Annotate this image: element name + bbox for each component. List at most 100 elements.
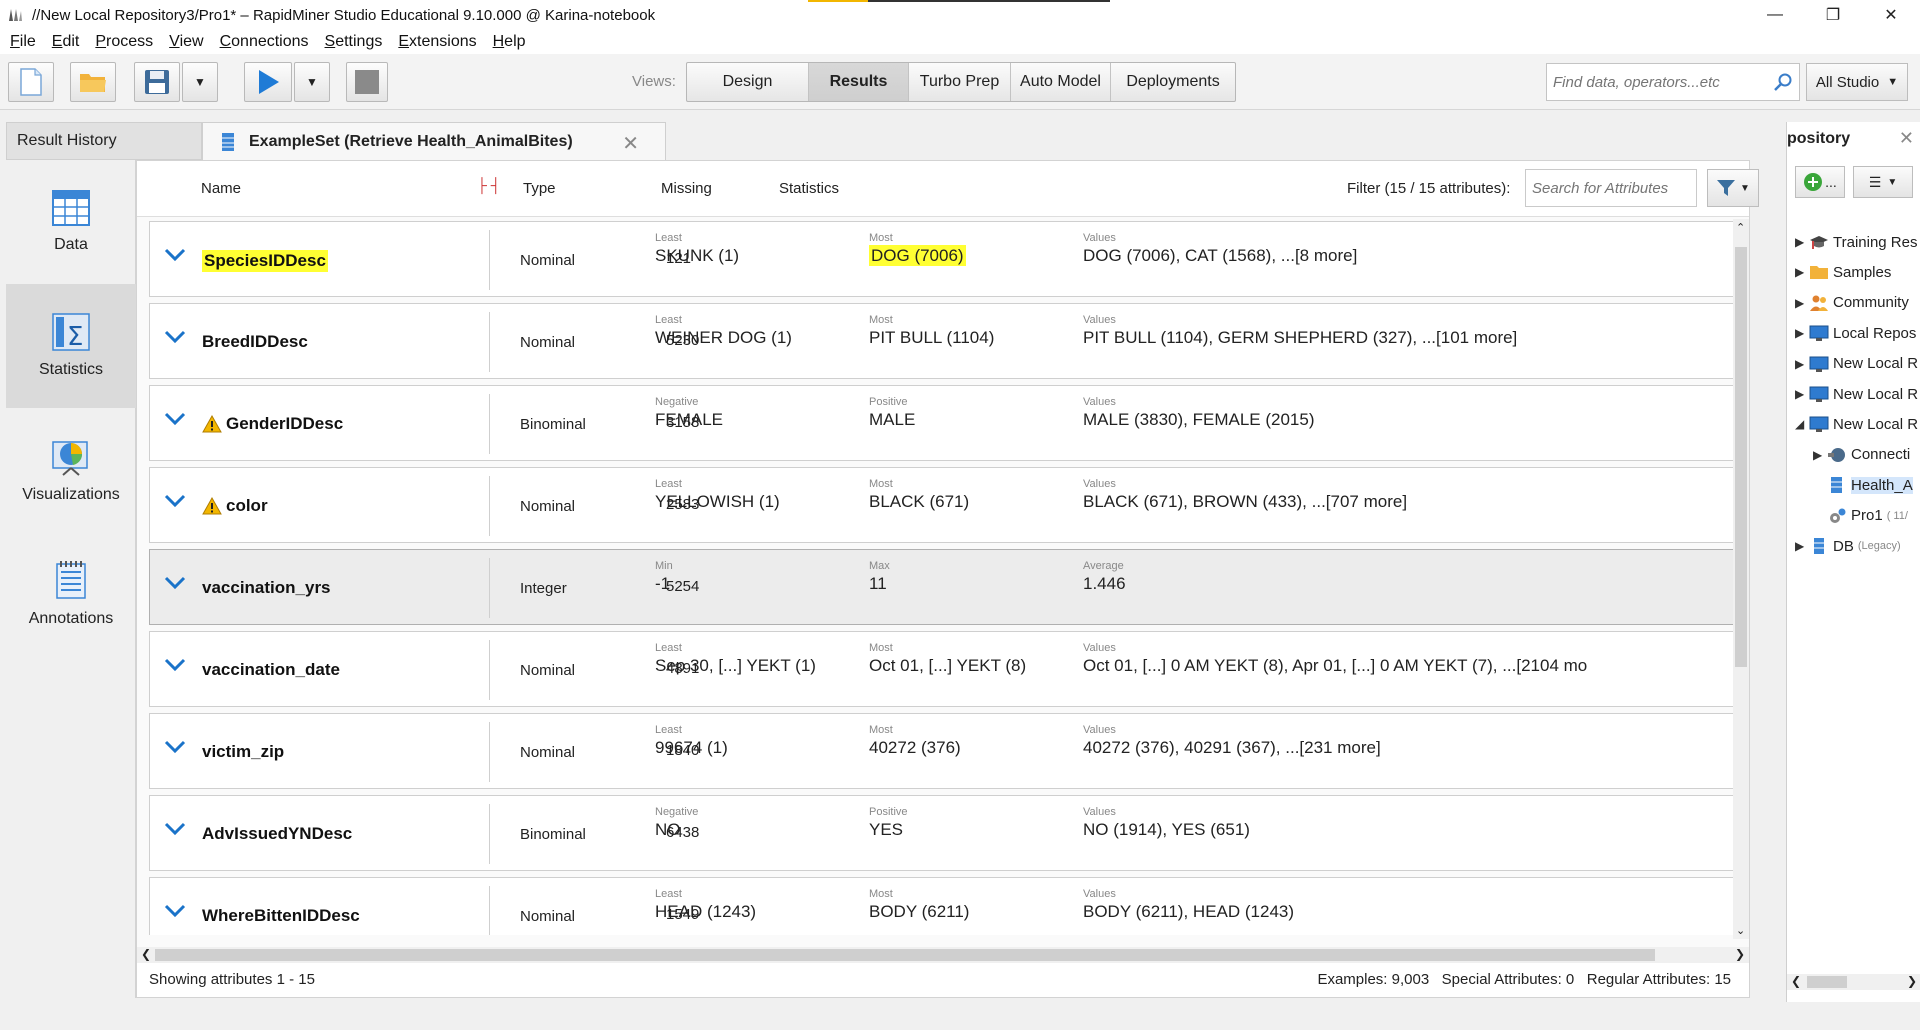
tree-expand-icon[interactable]: ▶ [1795,387,1809,401]
add-repository-button[interactable]: ... [1795,166,1845,198]
menu-view[interactable]: View [169,33,203,51]
attribute-filter-button[interactable]: ▼ [1707,169,1759,207]
close-tab-icon[interactable]: ✕ [622,131,639,156]
menu-process[interactable]: Process [95,33,153,51]
tree-expand-icon[interactable]: ▶ [1813,448,1827,462]
global-search-box[interactable] [1546,63,1800,101]
scroll-right-icon[interactable]: ❯ [1735,947,1745,961]
repository-tree-item[interactable]: Pro1( 11/ [1813,502,1920,530]
tree-expand-icon[interactable]: ▶ [1795,357,1809,371]
attribute-row[interactable]: GenderIDDesc Binominal 3158 Negative FEMALE P… [149,385,1749,461]
attribute-search-box[interactable] [1525,169,1697,207]
attribute-row[interactable]: vaccination_yrs Integer 5254 Min -1 Max 11 Aver… [149,549,1749,625]
menu-file[interactable]: File [10,33,36,51]
chevron-down-icon[interactable] [164,330,186,344]
save-options-button[interactable]: ▼ [182,62,218,102]
save-process-button[interactable] [134,62,180,102]
repository-tree-item[interactable]: ▶ Local Repos [1795,319,1920,347]
new-process-button[interactable] [8,62,54,102]
vertical-scroll-thumb[interactable] [1735,247,1747,667]
column-statistics-header[interactable]: Statistics [779,180,839,197]
repository-tree-item[interactable]: ▶ New Local R [1795,380,1920,408]
search-icon[interactable] [1773,72,1793,92]
tree-item-label: DB [1833,537,1854,555]
repository-tree-item[interactable]: ◢ New Local R [1795,410,1920,438]
global-search-input[interactable] [1553,74,1768,91]
nav-visualizations[interactable]: Visualizations [6,408,136,532]
nav-statistics[interactable]: Σ Statistics [6,284,136,408]
repository-tree-item[interactable]: ▶ New Local R [1795,350,1920,378]
vertical-scrollbar[interactable]: ⌃ ⌄ [1733,219,1749,939]
repository-tree-item[interactable]: ▶ Training Res [1795,228,1920,256]
close-window-button[interactable]: ✕ [1862,0,1920,30]
repository-tree-item[interactable]: Health_A [1813,471,1920,499]
restore-button[interactable]: ❐ [1804,0,1862,30]
tab-view-deployments[interactable]: Deployments [1111,63,1235,101]
minimize-button[interactable]: — [1746,0,1804,30]
chevron-down-icon[interactable] [164,740,186,754]
tree-expand-icon[interactable]: ▶ [1795,539,1809,553]
tab-exampleset[interactable]: ExampleSet (Retrieve Health_AnimalBites)… [202,122,666,160]
chevron-down-icon[interactable] [164,248,186,262]
horizontal-scrollbar[interactable]: ❮ ❯ [137,947,1749,963]
stop-process-button[interactable] [346,62,388,102]
menu-settings[interactable]: Settings [325,33,383,51]
chevron-down-icon[interactable] [164,412,186,426]
column-resize-icon[interactable]: ├ ┤ [477,177,501,193]
menu-extensions[interactable]: Extensions [398,33,476,51]
chevron-down-icon[interactable] [164,658,186,672]
attribute-row[interactable]: vaccination_date Nominal 4891 Least Sep 30, … [149,631,1749,707]
scroll-left-icon[interactable]: ❮ [141,947,151,961]
attribute-row[interactable]: WhereBittenIDDesc Nominal 1549 Least HEAD (1… [149,877,1749,935]
close-panel-icon[interactable]: ✕ [1899,128,1914,149]
column-name-header[interactable]: Name [201,180,241,197]
tab-view-results[interactable]: Results [809,63,909,101]
repository-tree-item[interactable]: ▶ Community [1795,289,1920,317]
tab-view-turbo-prep[interactable]: Turbo Prep [909,63,1011,101]
chevron-down-icon[interactable] [164,576,186,590]
repository-tree-item[interactable]: ▶ DB (Legacy) [1795,532,1920,560]
nav-annotations[interactable]: Annotations [6,532,136,656]
horizontal-scroll-thumb[interactable] [155,949,1655,961]
repository-menu-button[interactable]: ☰ ▼ [1853,166,1913,198]
tab-result-history[interactable]: Result History [6,122,202,160]
attribute-row[interactable]: AdvIssuedYNDesc Binominal 6438 Negative NO Po… [149,795,1749,871]
stat-value-highlight: DOG (7006) [869,245,966,266]
scroll-right-icon[interactable]: ❯ [1907,974,1917,988]
repository-scroll-thumb[interactable] [1807,976,1847,988]
tree-expand-icon[interactable]: ▶ [1795,326,1809,340]
chevron-down-icon[interactable] [164,822,186,836]
repository-tree-item[interactable]: ▶ Samples [1795,258,1920,286]
open-process-button[interactable] [70,62,116,102]
scroll-left-icon[interactable]: ❮ [1791,974,1801,988]
statistics-sigma-icon: Σ [52,313,90,351]
attribute-search-input[interactable] [1532,180,1692,197]
repository-tree-item[interactable]: ▶ Connecti [1813,441,1920,469]
attribute-row[interactable]: color Nominal 2583 Least YELLOWISH (1) Most BL… [149,467,1749,543]
attribute-row[interactable]: SpeciesIDDesc Nominal 121 Least SKUNK (1) Mos… [149,221,1749,297]
chevron-down-icon[interactable] [164,904,186,918]
tab-view-auto-model[interactable]: Auto Model [1011,63,1111,101]
run-options-button[interactable]: ▼ [294,62,330,102]
menu-help[interactable]: Help [493,33,526,51]
column-missing-header[interactable]: Missing [661,180,712,197]
attribute-row[interactable]: BreedIDDesc Nominal 5230 Least WEINER DOG (1… [149,303,1749,379]
tree-expand-icon[interactable]: ▶ [1795,235,1809,249]
attribute-row[interactable]: victim_zip Nominal 1840 Least 99674 (1) Most 4… [149,713,1749,789]
tree-collapse-icon[interactable]: ◢ [1795,417,1809,431]
run-process-button[interactable] [244,62,292,102]
tab-view-design[interactable]: Design [687,63,809,101]
tree-item-label: Training Res [1833,233,1918,251]
menu-mnemonic: F [10,33,20,50]
repository-horizontal-scrollbar[interactable]: ❮ ❯ [1787,974,1920,990]
search-scope-dropdown[interactable]: All Studio ▼ [1806,63,1908,101]
column-type-header[interactable]: Type [523,180,556,197]
chevron-down-icon[interactable] [164,494,186,508]
menu-connections[interactable]: Connections [220,33,309,51]
menu-edit[interactable]: Edit [52,33,80,51]
tree-expand-icon[interactable]: ▶ [1795,296,1809,310]
scroll-down-icon[interactable]: ⌄ [1736,924,1745,937]
tree-expand-icon[interactable]: ▶ [1795,265,1809,279]
scroll-up-icon[interactable]: ⌃ [1736,221,1745,234]
nav-data[interactable]: Data [6,160,136,284]
